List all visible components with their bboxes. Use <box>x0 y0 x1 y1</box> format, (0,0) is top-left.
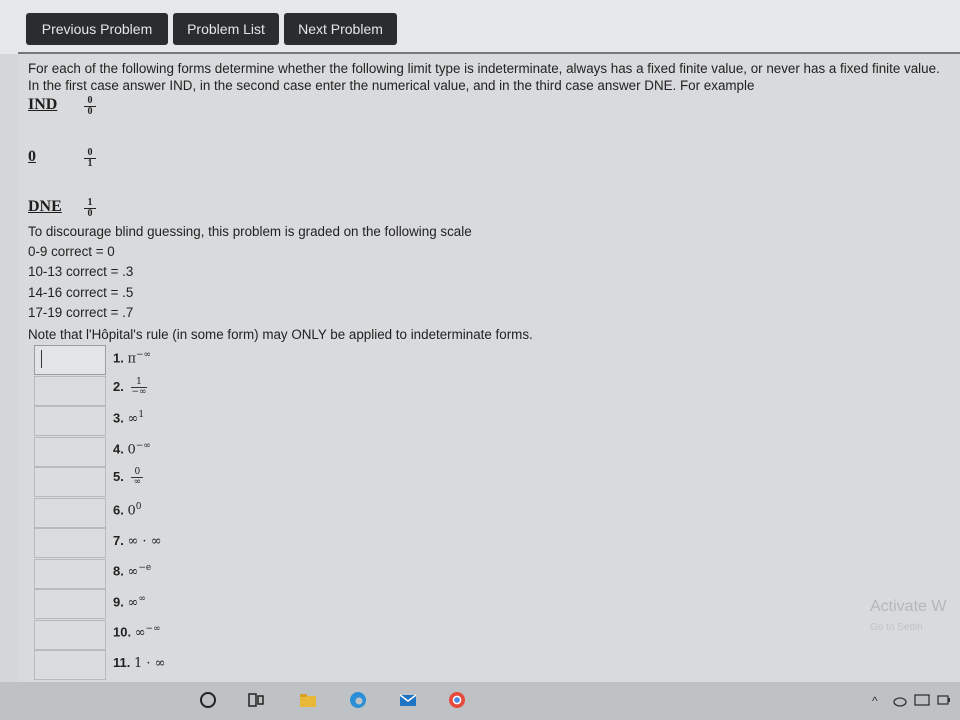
grading-scale-line: 17-19 correct = .7 <box>28 305 134 320</box>
problem-list-button[interactable]: Problem List <box>173 13 279 45</box>
problem-base: ∞ <box>134 625 146 641</box>
chrome-browser-icon[interactable] <box>447 690 467 710</box>
problem-number: 8. <box>113 563 124 579</box>
answer-input-9[interactable] <box>34 589 106 619</box>
show-hidden-icons-chevron-icon[interactable]: ^ <box>872 694 878 708</box>
answer-input-7[interactable] <box>34 528 106 558</box>
answer-input-1[interactable] <box>34 345 106 375</box>
search-circle-icon[interactable] <box>198 690 218 710</box>
file-explorer-icon[interactable] <box>298 690 318 710</box>
example-ind: IND <box>28 96 57 114</box>
problem-number: 11. <box>113 655 131 670</box>
example-zero: 0 <box>28 148 36 166</box>
example-fraction: 0 0 <box>84 96 96 117</box>
grading-scale-line: 0-9 correct = 0 <box>28 244 115 259</box>
problem-exponent: −e <box>138 563 152 573</box>
problem-base: ∞ <box>127 564 139 580</box>
problem-base: 0 <box>127 442 136 458</box>
problem-base: ∞ · ∞ <box>127 534 162 549</box>
problem-number: 4. <box>113 441 124 457</box>
problem-fraction: 1 −∞ <box>131 378 147 397</box>
problem-9: 9. ∞∞ <box>113 594 146 610</box>
problem-number: 10. <box>113 624 132 640</box>
fraction-denominator: 1 <box>87 158 93 169</box>
problem-3: 3. ∞1 <box>113 410 144 426</box>
problem-number: 1. <box>113 350 124 366</box>
example-answer: IND <box>28 96 58 113</box>
answer-input-5[interactable] <box>34 467 106 497</box>
fraction-denominator: ∞ <box>133 477 142 487</box>
answer-input-11[interactable] <box>34 650 106 680</box>
activate-windows-subtext: Go to Settin <box>870 622 923 633</box>
edge-browser-icon[interactable] <box>348 690 368 710</box>
example-answer: 0 <box>28 148 36 165</box>
problem-base: π <box>127 351 137 367</box>
problem-exponent: 1 <box>138 410 145 420</box>
problem-number: 6. <box>113 502 124 518</box>
example-answer: DNE <box>28 198 62 215</box>
problem-content: For each of the following forms determin… <box>18 52 960 684</box>
problem-10: 10. ∞−∞ <box>113 624 161 640</box>
problem-4: 4. 0−∞ <box>113 441 151 457</box>
problem-exponent: −∞ <box>135 441 151 451</box>
grading-scale-intro: To discourage blind guessing, this probl… <box>28 224 472 239</box>
problem-8: 8. ∞−e <box>113 563 151 579</box>
network-icon[interactable] <box>936 692 952 708</box>
mail-icon[interactable] <box>398 690 418 710</box>
problem-base: ∞ <box>127 411 139 427</box>
text-caret <box>41 350 42 368</box>
example-fraction: 0 1 <box>84 148 96 169</box>
answer-input-6[interactable] <box>34 498 106 528</box>
problem-7: 7. ∞ · ∞ <box>113 533 162 549</box>
problem-6: 6. 00 <box>113 502 141 518</box>
problem-base: 1 · ∞ <box>133 656 166 671</box>
problem-1: 1. π−∞ <box>113 350 151 366</box>
problem-exponent: ∞ <box>138 594 146 604</box>
answer-input-2[interactable] <box>34 376 106 406</box>
previous-problem-button[interactable]: Previous Problem <box>26 13 168 45</box>
grading-scale-line: 10-13 correct = .3 <box>28 264 134 279</box>
taskbar: ^ <box>0 682 960 720</box>
example-dne: DNE <box>28 198 62 216</box>
answer-input-10[interactable] <box>34 620 106 650</box>
problem-base: ∞ <box>127 595 139 611</box>
problem-11: 11. 1 · ∞ <box>113 655 165 671</box>
problem-exponent: 0 <box>135 502 142 512</box>
answer-input-3[interactable] <box>34 406 106 436</box>
activate-windows-watermark: Activate W <box>870 598 947 615</box>
fraction-denominator: 0 <box>87 208 93 219</box>
grading-scale-line: 14-16 correct = .5 <box>28 285 134 300</box>
problem-number: 3. <box>113 410 124 426</box>
problem-number: 2. <box>113 378 124 394</box>
fraction-denominator: −∞ <box>131 387 147 397</box>
problem-number: 7. <box>113 533 124 548</box>
lhopital-note: Note that l'Hôpital's rule (in some form… <box>28 327 533 342</box>
problem-base: 0 <box>127 503 136 519</box>
problem-fraction: 0 ∞ <box>131 468 144 487</box>
example-fraction: 1 0 <box>84 198 96 219</box>
problem-2: 2. 1 −∞ <box>113 378 147 397</box>
keyboard-icon[interactable] <box>914 692 930 708</box>
cloud-icon[interactable] <box>892 692 908 708</box>
problem-exponent: −∞ <box>136 350 152 360</box>
fraction-denominator: 0 <box>87 106 93 117</box>
problem-5: 5. 0 ∞ <box>113 468 144 487</box>
problem-number: 5. <box>113 468 124 484</box>
next-problem-button[interactable]: Next Problem <box>284 13 397 45</box>
answer-input-8[interactable] <box>34 559 106 589</box>
task-view-icon[interactable] <box>246 690 266 710</box>
problem-number: 9. <box>113 594 124 610</box>
answer-input-4[interactable] <box>34 437 106 467</box>
problem-exponent: −∞ <box>145 624 161 634</box>
instructions-text: For each of the following forms determin… <box>28 61 940 93</box>
